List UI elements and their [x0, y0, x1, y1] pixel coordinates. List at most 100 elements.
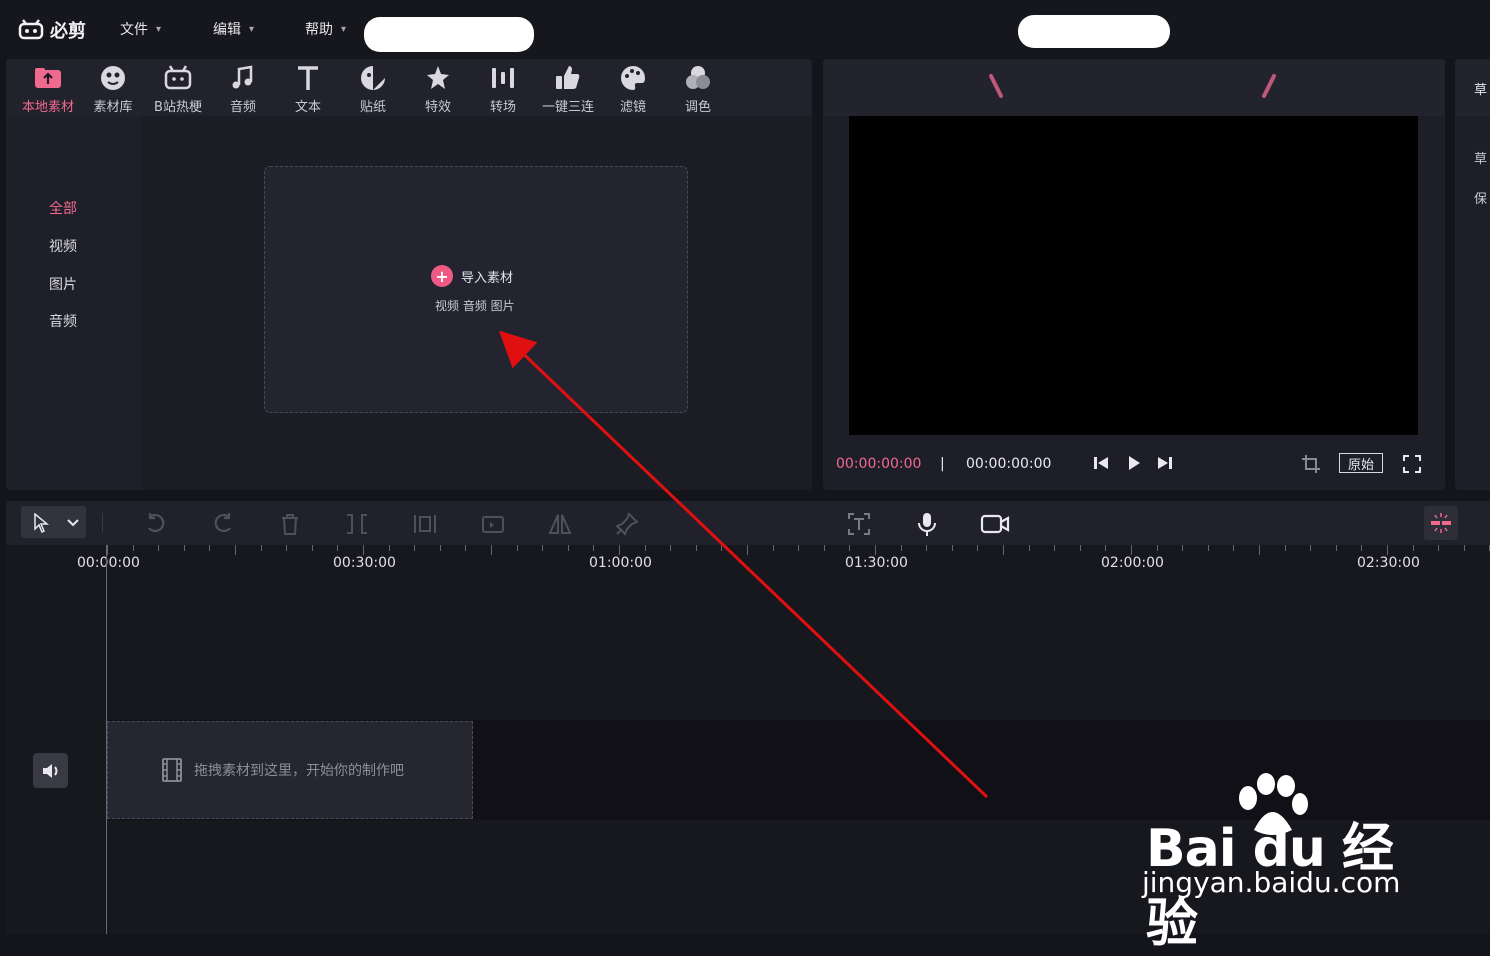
current-timecode: 00:00:00:00: [836, 456, 922, 472]
ruler-tick: [542, 545, 544, 551]
draft-panel: 草 草 保: [1455, 59, 1490, 490]
snap-magnet-icon: [1431, 513, 1451, 533]
star-effect-icon: [427, 66, 449, 89]
select-tool-dropdown[interactable]: [21, 506, 86, 538]
ruler-tick: [107, 545, 108, 555]
replace-clip-icon[interactable]: [480, 511, 506, 537]
track-mute-button[interactable]: [33, 753, 68, 788]
split-icon[interactable]: [344, 511, 370, 537]
ruler-tick: [1003, 545, 1004, 555]
camera-record-icon[interactable]: [980, 511, 1010, 537]
fullscreen-icon[interactable]: [1402, 454, 1422, 474]
tool-triple-like[interactable]: 一键三连: [535, 63, 601, 115]
trim-icon[interactable]: [412, 511, 438, 537]
ruler-tick: [388, 545, 390, 551]
ruler-tick: [721, 545, 723, 551]
ruler-tick: [414, 545, 416, 551]
material-library-icon: [101, 66, 125, 90]
ruler-tick: [695, 545, 697, 551]
draft-item[interactable]: 保: [1474, 188, 1487, 207]
skip-forward-icon[interactable]: [1156, 454, 1174, 472]
sidebar-item-image[interactable]: 图片: [49, 274, 77, 294]
ruler-tick: [209, 545, 211, 551]
tool-label: B站热梗: [154, 100, 202, 115]
play-icon[interactable]: [1125, 454, 1143, 472]
video-viewport[interactable]: [849, 116, 1418, 435]
ruler-tick: [337, 545, 339, 551]
ruler-tick: [1387, 545, 1388, 555]
menu-file[interactable]: 文件 ▾: [120, 19, 161, 39]
original-ratio-button[interactable]: 原始: [1339, 453, 1383, 473]
sidebar-item-all[interactable]: 全部: [49, 198, 77, 218]
music-note-icon: [232, 65, 253, 89]
ruler-tick: [593, 545, 595, 551]
tool-label: 调色: [684, 100, 711, 115]
chevron-down-icon: ▾: [156, 23, 162, 35]
tool-filter[interactable]: 滤镜: [600, 63, 666, 115]
ruler-label: 02:00:00: [1101, 555, 1164, 571]
menu-file-label: 文件: [120, 22, 148, 38]
chevron-down-icon: [67, 519, 79, 527]
tool-local-media[interactable]: 本地素材: [15, 63, 81, 115]
menu-help[interactable]: 帮助 ▾: [305, 19, 346, 39]
mirror-icon[interactable]: [547, 511, 573, 537]
pin-icon[interactable]: [614, 511, 640, 537]
tool-label: 文本: [294, 100, 321, 115]
ruler-tick: [1182, 545, 1184, 551]
playhead-line[interactable]: [106, 545, 107, 934]
menu-edit[interactable]: 编辑 ▾: [213, 19, 254, 39]
draft-item[interactable]: 草: [1474, 148, 1487, 167]
text-recognition-icon[interactable]: [846, 511, 872, 537]
app-logo: 必剪: [18, 16, 86, 44]
sidebar-item-audio[interactable]: 音频: [49, 311, 77, 331]
draft-panel-title: 草: [1474, 83, 1488, 98]
ruler-tick: [951, 545, 953, 551]
sidebar-item-video[interactable]: 视频: [49, 236, 77, 256]
ruler-tick: [1335, 545, 1337, 551]
ruler-label: 00:30:00: [333, 555, 396, 571]
tool-audio[interactable]: 音频: [210, 63, 276, 115]
ruler-tick: [1259, 545, 1260, 555]
ruler-tick: [1361, 545, 1363, 551]
tool-bilibili-memes[interactable]: B站热梗: [145, 63, 211, 115]
plus-icon: +: [431, 265, 453, 287]
text-t-icon: [298, 66, 318, 90]
ruler-tick: [670, 545, 672, 551]
redo-icon[interactable]: [210, 511, 236, 537]
draft-panel-header: 草: [1455, 59, 1490, 116]
watermark-url: jingyan.baidu.com: [1142, 866, 1401, 899]
ruler-tick: [1233, 545, 1235, 551]
total-timecode: 00:00:00:00: [966, 456, 1052, 472]
import-dropzone[interactable]: + 导入素材 视频 音频 图片: [264, 166, 688, 413]
ruler-tick: [1412, 545, 1414, 551]
ruler-tick: [1310, 545, 1312, 551]
snap-toggle-button[interactable]: [1424, 506, 1458, 540]
preview-panel: 00:00:00:00 | 00:00:00:00 原始: [823, 59, 1445, 490]
microphone-icon[interactable]: [914, 511, 940, 537]
ruler-tick: [644, 545, 646, 551]
crop-icon[interactable]: [1301, 454, 1321, 474]
tool-material-library[interactable]: 素材库: [80, 63, 146, 115]
menu-help-label: 帮助: [305, 22, 333, 38]
tool-label: 滤镜: [619, 100, 646, 115]
import-button[interactable]: + 导入素材: [431, 265, 513, 287]
ruler-tick: [1438, 545, 1440, 551]
trash-icon[interactable]: [277, 511, 303, 537]
redaction-blob: [1018, 15, 1170, 48]
resource-toolbar: 本地素材 素材库 B站热梗 音频 文本 贴纸 特效 转场 一键三连 滤镜 调色: [6, 59, 812, 116]
timeline-ruler[interactable]: 00:00:00 00:30:00 01:00:00 01:30:00 02:00:00…: [6, 545, 1490, 585]
bilibili-tv-icon: [164, 65, 192, 90]
palette-icon: [621, 66, 645, 90]
tool-label: 本地素材: [21, 100, 74, 115]
tool-transition[interactable]: 转场: [470, 63, 536, 115]
undo-icon[interactable]: [143, 511, 169, 537]
ruler-tick: [849, 545, 851, 551]
ruler-tick: [439, 545, 441, 551]
chevron-down-icon: ▾: [249, 23, 255, 35]
tool-sticker[interactable]: 贴纸: [340, 63, 406, 115]
tool-effects[interactable]: 特效: [405, 63, 471, 115]
skip-back-icon[interactable]: [1092, 454, 1110, 472]
tool-color-grading[interactable]: 调色: [665, 63, 731, 115]
track-drop-hint-box[interactable]: 拖拽素材到这里，开始你的制作吧: [107, 721, 473, 819]
tool-text[interactable]: 文本: [275, 63, 341, 115]
